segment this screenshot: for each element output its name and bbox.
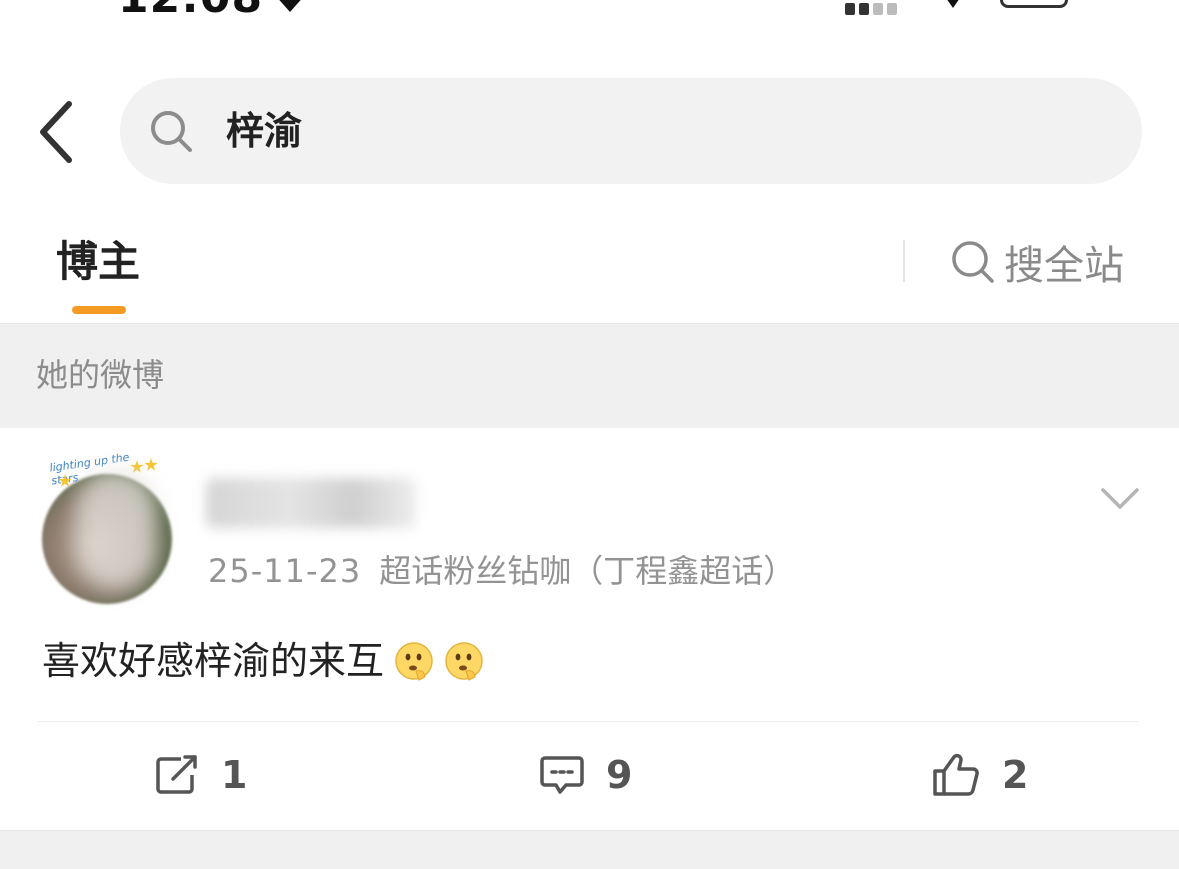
tab-bloggers[interactable]: 博主 xyxy=(56,232,140,292)
like-icon xyxy=(933,753,979,796)
like-count: 2 xyxy=(1002,753,1029,797)
thinking-emoji-icon xyxy=(445,642,483,681)
like-button[interactable]: 2 xyxy=(932,748,1028,802)
post-text: 喜欢好感梓渝的来互 xyxy=(42,639,385,683)
section-title: 她的微博 xyxy=(36,356,165,394)
weibo-search-page: 12:08 梓渝 博主 搜全站 她的微 xyxy=(0,0,1179,869)
post-meta: 25-11-23 超话粉丝钻咖（丁程鑫超话） xyxy=(208,548,795,594)
back-button[interactable] xyxy=(30,100,80,164)
search-icon xyxy=(151,111,192,152)
repost-icon xyxy=(156,755,197,794)
username-redacted[interactable] xyxy=(206,478,416,528)
comment-icon xyxy=(540,756,584,794)
search-query-text: 梓渝 xyxy=(226,109,303,153)
avatar-blur-overlay xyxy=(76,470,156,590)
cellular-signal-icon xyxy=(845,0,905,15)
search-all-button[interactable]: 搜全站 xyxy=(950,234,1124,290)
back-arrow-icon xyxy=(40,101,72,163)
wifi-icon xyxy=(947,0,959,8)
tab-divider xyxy=(903,240,905,282)
section-header: 她的微博 xyxy=(0,323,1179,429)
post-body[interactable]: 喜欢好感梓渝的来互 xyxy=(42,634,484,688)
repost-button[interactable]: 1 xyxy=(155,748,247,802)
post-date: 25-11-23 xyxy=(208,552,362,590)
repost-count: 1 xyxy=(221,753,248,797)
status-bar: 12:08 xyxy=(0,0,1179,30)
search-input[interactable]: 梓渝 xyxy=(120,78,1142,184)
feed-separator xyxy=(0,830,1179,869)
card-divider xyxy=(38,721,1138,722)
comment-count: 9 xyxy=(606,753,633,797)
search-all-label: 搜全站 xyxy=(1004,243,1124,289)
thinking-emoji-icon xyxy=(395,642,433,681)
battery-icon xyxy=(1000,0,1068,8)
post-source[interactable]: 超话粉丝钻咖（丁程鑫超话） xyxy=(379,552,795,590)
focus-heart-icon xyxy=(279,0,301,12)
status-time: 12:08 xyxy=(118,0,263,23)
chevron-down-icon[interactable] xyxy=(1100,486,1140,512)
search-icon xyxy=(952,241,994,283)
active-tab-indicator xyxy=(72,306,126,314)
comment-button[interactable]: 9 xyxy=(540,748,632,802)
